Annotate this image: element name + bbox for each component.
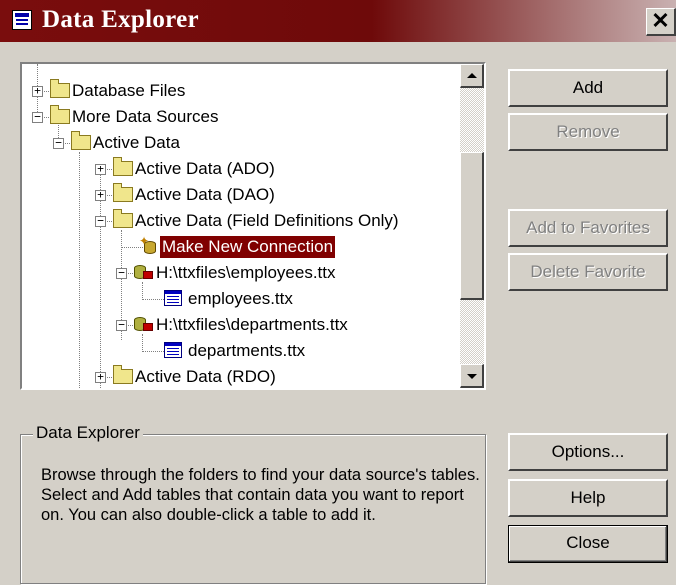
arrow-up-icon: [467, 73, 477, 78]
expand-icon[interactable]: +: [95, 163, 106, 175]
tree-item-label: Active Data (Field Definitions Only): [135, 211, 399, 230]
add-to-favorites-button[interactable]: Add to Favorites: [508, 209, 668, 247]
tree-item-label: departments.ttx: [188, 341, 306, 360]
collapse-icon[interactable]: −: [95, 215, 106, 227]
tree-item[interactable]: − More Data Sources: [22, 104, 460, 130]
data-source-tree[interactable]: + Database Files − More Data Sources − A…: [20, 62, 486, 390]
info-description: Browse through the folders to find your …: [41, 466, 480, 524]
tree-item-label: Active Data (ADO): [135, 159, 275, 178]
database-connection-icon: [134, 263, 153, 281]
options-button[interactable]: Options...: [508, 433, 668, 471]
tree-item-label: More Data Sources: [72, 107, 219, 126]
tree-item[interactable]: − Active Data: [22, 130, 460, 156]
remove-button[interactable]: Remove: [508, 113, 668, 151]
scroll-thumb[interactable]: [460, 152, 484, 300]
tree-item-label: H:\ttxfiles\departments.ttx: [156, 315, 348, 334]
tree-item-label: Active Data (RDO): [135, 367, 276, 386]
title-bar: Data Explorer ✕: [0, 0, 676, 42]
tree-item-label: Database Files: [72, 81, 186, 100]
tree-item[interactable]: employees.ttx: [22, 286, 460, 312]
tree-item[interactable]: + Active Data (DAO): [22, 182, 460, 208]
folder-icon: [113, 209, 133, 228]
table-icon: [164, 342, 182, 358]
help-button[interactable]: Help: [508, 479, 668, 517]
tree-item[interactable]: + Active Data (RDO): [22, 364, 460, 388]
close-window-button[interactable]: ✕: [646, 8, 676, 36]
tree-item[interactable]: − H:\ttxfiles\employees.ttx: [22, 260, 460, 286]
expand-icon[interactable]: +: [95, 371, 106, 383]
tree-item-selected[interactable]: ✦ Make New Connection: [22, 234, 460, 260]
folder-icon: [71, 131, 91, 150]
tree-item-label: H:\ttxfiles\employees.ttx: [156, 263, 336, 282]
collapse-icon[interactable]: −: [53, 137, 64, 149]
folder-icon: [50, 79, 70, 98]
folder-icon: [113, 183, 133, 202]
window-title: Data Explorer: [42, 6, 199, 33]
delete-favorite-button[interactable]: Delete Favorite: [508, 253, 668, 291]
tree-item[interactable]: + Database Files: [22, 78, 460, 104]
add-button[interactable]: Add: [508, 69, 668, 107]
tree-item-label: Active Data: [93, 133, 180, 152]
tree-scrollbar[interactable]: [460, 64, 484, 388]
collapse-icon[interactable]: −: [116, 267, 127, 279]
expand-icon[interactable]: +: [32, 85, 43, 97]
folder-icon: [113, 157, 133, 176]
window-icon: [12, 10, 32, 30]
tree-item[interactable]: departments.ttx: [22, 338, 460, 364]
expand-icon[interactable]: +: [95, 189, 106, 201]
arrow-down-icon: [467, 374, 477, 379]
scroll-up-button[interactable]: [460, 64, 484, 88]
tree-item-label: Make New Connection: [160, 236, 336, 258]
database-connection-icon: [134, 315, 153, 333]
group-legend: Data Explorer: [33, 423, 143, 443]
collapse-icon[interactable]: −: [32, 111, 43, 123]
table-icon: [164, 290, 182, 306]
folder-icon: [50, 105, 70, 124]
tree-item[interactable]: + Active Data (ADO): [22, 156, 460, 182]
tree-item[interactable]: − Active Data (Field Definitions Only): [22, 208, 460, 234]
collapse-icon[interactable]: −: [116, 319, 127, 331]
tree-item-label: Active Data (DAO): [135, 185, 275, 204]
info-group: Data Explorer Browse through the folders…: [20, 423, 486, 584]
tree-item-label: employees.ttx: [188, 289, 293, 308]
new-connection-icon: ✦: [139, 234, 158, 255]
close-button[interactable]: Close: [508, 525, 668, 563]
scroll-down-button[interactable]: [460, 364, 484, 388]
tree-item[interactable]: − H:\ttxfiles\departments.ttx: [22, 312, 460, 338]
folder-icon: [113, 365, 133, 384]
close-icon: ✕: [651, 8, 670, 33]
